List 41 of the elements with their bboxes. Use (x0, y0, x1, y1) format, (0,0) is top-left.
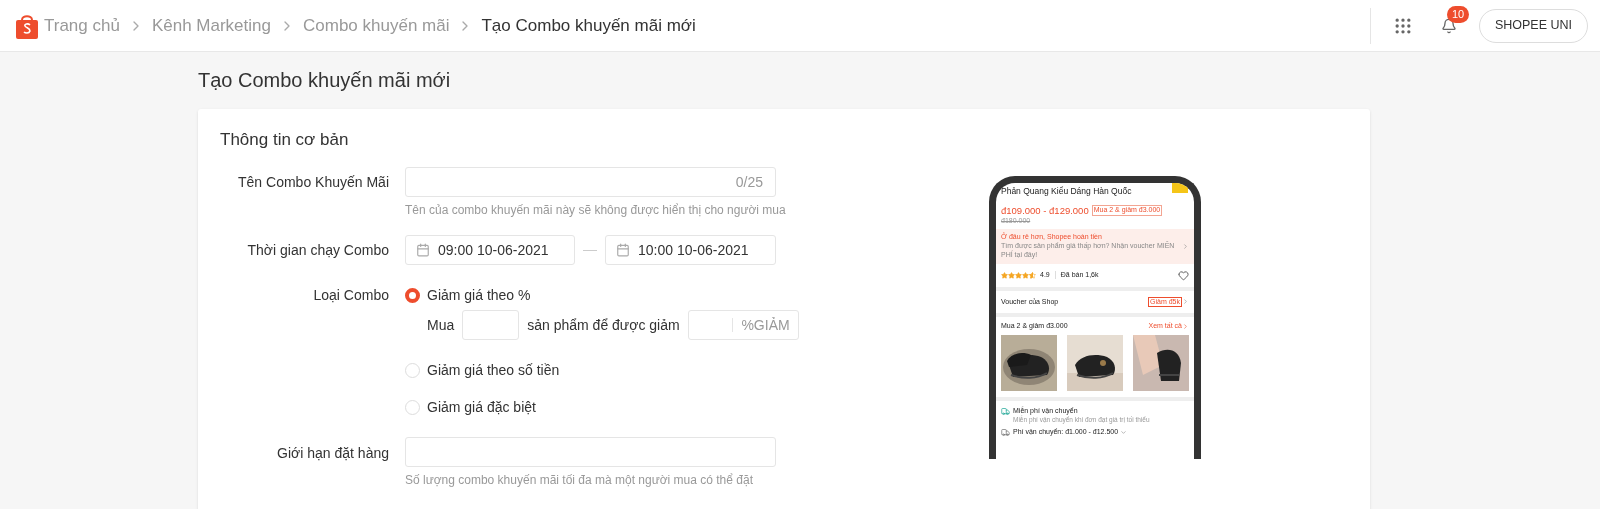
field-label: sản phẩm để được giảm (527, 315, 680, 335)
radio-label[interactable]: Giảm giá đặc biệt (427, 396, 536, 418)
field-hint: Tên của combo khuyến mãi này sẽ không được hiển thị cho người mua (405, 202, 786, 219)
heart-icon (1178, 269, 1189, 281)
date-field[interactable]: 09:00 10-06-2021 (405, 235, 575, 265)
input-field[interactable] (405, 437, 776, 467)
field-label: Tên Combo Khuyến Mãi (237, 173, 390, 192)
section-title: Thông tin cơ bản (220, 129, 350, 151)
breadcrumb-link[interactable]: Combo khuyến mãi (303, 12, 450, 39)
chevron-icon (1182, 298, 1189, 306)
character-counter: 0/25 (735, 172, 763, 192)
field-label: Giới hạn đặt hàng (276, 444, 390, 463)
chevron-icon (1182, 242, 1189, 250)
discount-field[interactable]: %GIẢM (687, 310, 799, 340)
bell-icon (1440, 17, 1457, 34)
chevron-icon (1182, 323, 1189, 331)
calendar-icon (416, 243, 430, 257)
chevron-icon (1120, 428, 1128, 436)
price-range: đ109.000 - đ129.000 (1001, 204, 1089, 217)
truck-icon (1001, 427, 1010, 437)
field-label: Loại Combo (312, 286, 390, 305)
radio-label[interactable]: Giảm giá theo % (427, 284, 531, 306)
truck-icon (1001, 407, 1010, 416)
suffix-label: %GIẢM (741, 315, 791, 335)
product-title: Phản Quang Kiểu Dáng Hàn Quốc (1001, 186, 1132, 197)
breadcrumb-link[interactable]: Trang chủ (44, 12, 120, 39)
half-star-icon (1029, 271, 1036, 279)
date-field[interactable]: 10:00 10-06-2021 (605, 235, 776, 265)
input-field[interactable]: 0/25 (405, 167, 776, 197)
field-hint: Số lượng combo khuyến mãi tối đa mà một người mua có thể đặt (405, 472, 754, 489)
field-label: Mua (427, 315, 455, 335)
radio-button[interactable] (405, 287, 420, 303)
notification-badge: 10 (1446, 5, 1470, 23)
radio-label[interactable]: Giảm giá theo số tiền (427, 359, 560, 381)
shopping-bag-logo-icon (16, 12, 38, 39)
calendar-icon (616, 243, 630, 257)
breadcrumb-link[interactable]: Kênh Marketing (151, 12, 271, 39)
field-label: Thời gian chạy Combo (246, 240, 390, 260)
page-title: Tạo Combo khuyến mãi mới (198, 68, 452, 93)
quantity-field[interactable] (462, 310, 520, 340)
badge-icon (1172, 183, 1188, 193)
